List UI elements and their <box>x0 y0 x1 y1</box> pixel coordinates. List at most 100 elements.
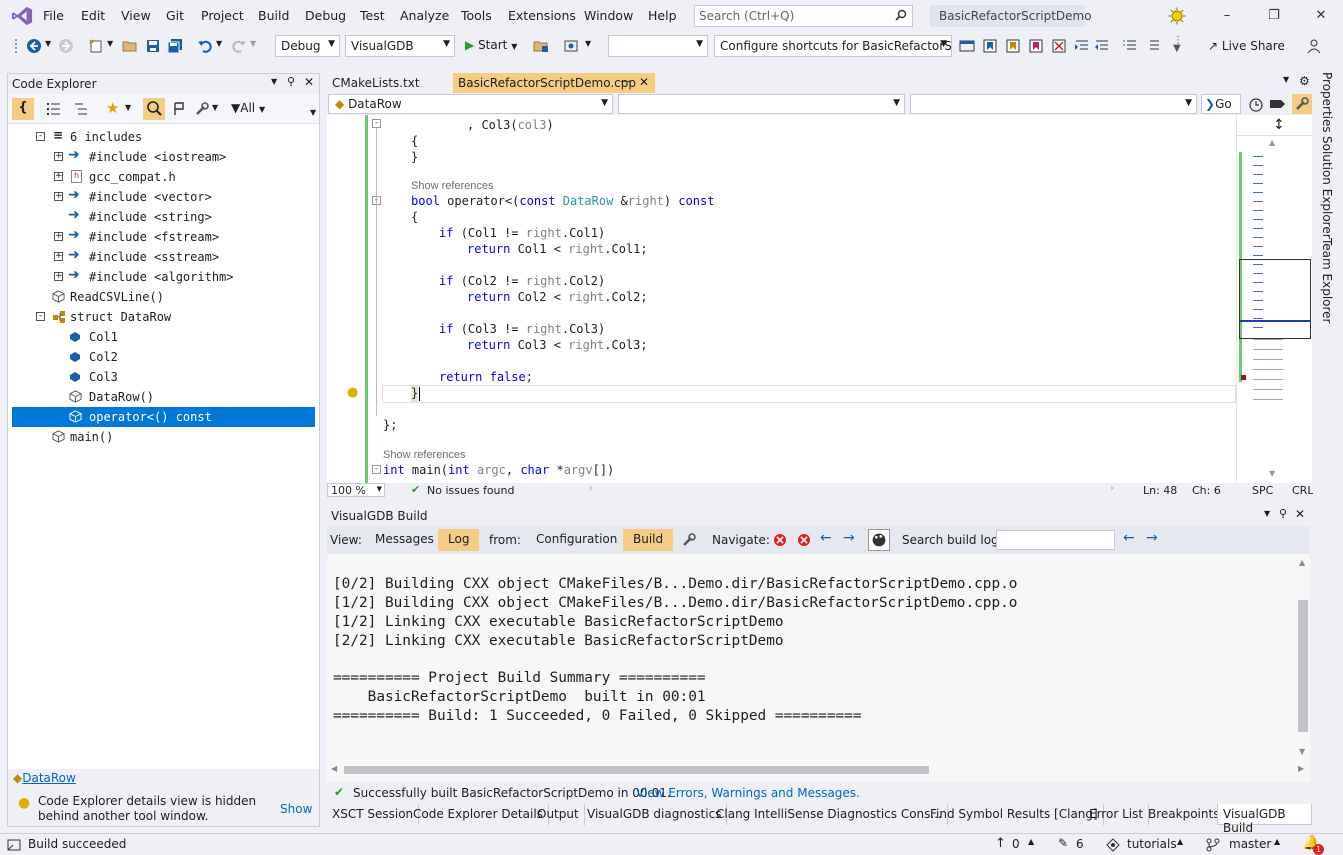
expand-icon[interactable]: + <box>54 172 63 181</box>
tab-overflow-icon[interactable]: ▼ <box>1283 75 1289 84</box>
menu-view[interactable]: View <box>121 8 151 23</box>
account-icon[interactable] <box>1306 38 1322 54</box>
pin-icon[interactable]: ⚲ <box>287 75 295 88</box>
vscroll-thumb[interactable] <box>1298 600 1308 732</box>
start-debugging-button[interactable]: ▶ Start ▼ <box>463 37 519 57</box>
push-arrow-icon[interactable]: ↑ <box>995 836 1006 851</box>
shortcuts-combo[interactable]: Configure shortcuts for BasicRefactorScr… <box>714 35 952 57</box>
list-view-icon[interactable] <box>46 101 62 117</box>
view-errors-link[interactable]: View Errors, Warnings and Messages. <box>636 786 860 800</box>
live-share-button[interactable]: ↗ Live Share <box>1208 39 1285 53</box>
scroll-up-icon[interactable]: ▲ <box>1269 138 1275 147</box>
comment-icon[interactable] <box>1122 38 1138 54</box>
undo-icon[interactable] <box>197 38 213 54</box>
color-palette-icon[interactable] <box>868 529 890 551</box>
hscroll-left-icon[interactable]: ◀ <box>331 764 337 773</box>
bookmark-clear-icon[interactable] <box>1051 38 1067 54</box>
fold-icon[interactable]: - <box>372 465 381 474</box>
visual-studio-logo-icon[interactable] <box>10 5 34 27</box>
redo-icon[interactable] <box>231 38 247 54</box>
tab-visualgdb-diagnostics[interactable]: VisualGDB diagnostics <box>582 804 728 825</box>
close-icon[interactable]: ✕ <box>1312 8 1330 24</box>
undo-dropdown-icon[interactable]: ▼ <box>216 39 222 48</box>
collapse-icon[interactable]: - <box>36 312 45 321</box>
changes-count[interactable]: 6 <box>1076 837 1084 851</box>
menu-git[interactable]: Git <box>166 8 184 23</box>
menu-file[interactable]: File <box>43 8 64 23</box>
tree-node-include[interactable]: ➜ #include <string> <box>54 207 304 227</box>
menu-extensions[interactable]: Extensions <box>508 8 576 23</box>
hierarchy-view-icon[interactable] <box>73 101 89 117</box>
minimize-icon[interactable]: – <box>1218 8 1236 24</box>
bookmark-next-icon[interactable] <box>1028 38 1044 54</box>
pin-icon[interactable]: ⚲ <box>1279 507 1287 520</box>
tab-xsct-session[interactable]: XSCT Session <box>327 804 420 825</box>
lightbulb-icon[interactable]: ● <box>347 385 358 400</box>
fold-icon[interactable]: - <box>372 119 381 128</box>
solution-explorer-rail-tab[interactable]: Solution Explorer <box>1320 136 1334 239</box>
vscroll-down-icon[interactable]: ▼ <box>1299 747 1305 756</box>
expand-icon[interactable]: + <box>54 152 63 161</box>
tab-code-explorer-details[interactable]: Code Explorer Details <box>408 804 549 825</box>
branch-icon[interactable] <box>1206 838 1220 852</box>
build-log-output[interactable]: [0/2] Building CXX object CMakeFiles/B..… <box>327 554 1310 782</box>
tab-cmakelists[interactable]: CMakeLists.txt <box>327 73 451 93</box>
team-explorer-rail-tab[interactable]: Team Explorer <box>1320 238 1334 324</box>
code-minimap-scrollbar[interactable]: ↕ ▲ ▼ <box>1236 115 1313 483</box>
chevron-up-icon[interactable]: ▲ <box>1177 837 1183 846</box>
settings-dropdown-icon[interactable]: ▼ <box>212 103 218 112</box>
search-prev-arrow-icon[interactable]: ← <box>1123 530 1135 546</box>
go-button[interactable]: ❯Go <box>1201 94 1241 114</box>
sync-icon[interactable] <box>171 101 187 117</box>
search-input[interactable]: Search (Ctrl+Q) <box>694 5 913 27</box>
tab-breakpoints[interactable]: Breakpoints <box>1143 804 1226 825</box>
scope-combo[interactable]: ◆ DataRow ▼ <box>328 94 613 114</box>
show-details-link[interactable]: Show <box>280 802 312 816</box>
back-dropdown-icon[interactable]: ▼ <box>45 39 51 48</box>
split-editor-icon[interactable]: ↕ <box>1273 117 1285 133</box>
expand-icon[interactable]: + <box>54 252 63 261</box>
hscroll-left-icon[interactable]: ‹ <box>589 483 593 494</box>
menu-debug[interactable]: Debug <box>305 8 346 23</box>
favorites-dropdown-icon[interactable]: ▼ <box>125 103 131 112</box>
collapse-icon[interactable]: - <box>36 132 45 141</box>
tab-close-icon[interactable]: ✕ <box>639 75 649 89</box>
expand-icon[interactable]: + <box>54 272 63 281</box>
pencil-icon[interactable]: ✎ <box>1058 836 1068 850</box>
menu-test[interactable]: Test <box>360 8 385 23</box>
log-view-button[interactable]: Log <box>438 529 480 551</box>
panel-menu-icon[interactable]: ▼ <box>271 77 277 86</box>
tree-node-field[interactable]: Col3 <box>54 367 304 387</box>
tab-output[interactable]: Output <box>532 804 585 825</box>
close-panel-icon[interactable]: ✕ <box>1295 507 1305 521</box>
scroll-down-icon[interactable]: ▼ <box>1269 469 1275 478</box>
issues-status[interactable]: No issues found <box>427 484 514 497</box>
tab-pin-icon[interactable]: — <box>620 76 630 87</box>
tree-node-method-selected[interactable]: operator<() const <box>12 407 315 427</box>
messages-view-button[interactable]: Messages <box>365 529 444 551</box>
forward-icon[interactable] <box>58 38 74 54</box>
tree-node-include[interactable]: + h gcc_compat.h <box>54 167 304 187</box>
tab-basicrefactorscriptdemo-cpp[interactable]: BasicRefactorScriptDemo.cpp — ✕ <box>453 73 655 93</box>
tab-visualgdb-build[interactable]: VisualGDB Build <box>1217 804 1312 835</box>
build-source-button[interactable]: Build <box>623 529 674 551</box>
toolbar-overflow-icon[interactable]: ▼ <box>310 108 316 117</box>
menu-edit[interactable]: Edit <box>81 8 105 23</box>
window-layout-icon[interactable] <box>959 38 975 54</box>
hscroll-right-icon[interactable]: ▶ <box>1298 764 1304 773</box>
configuration-combo[interactable]: Debug ▼ <box>275 35 340 57</box>
tree-node-function[interactable]: main() <box>36 427 306 447</box>
tree-node-method[interactable]: DataRow() <box>54 387 304 407</box>
chevron-up-icon[interactable]: ▲ <box>1028 837 1034 846</box>
tree-node-field[interactable]: Col2 <box>54 347 304 367</box>
tree-node-struct[interactable]: - struct DataRow <box>36 307 306 327</box>
panel-menu-icon[interactable]: ▼ <box>1264 509 1270 518</box>
repository-icon[interactable] <box>1106 838 1120 852</box>
search-next-arrow-icon[interactable]: → <box>1146 530 1158 546</box>
unpushed-count[interactable]: 0 <box>1012 837 1020 851</box>
uncomment-icon[interactable] <box>1145 38 1161 54</box>
save-all-icon[interactable] <box>167 38 183 54</box>
bookmark-prev-icon[interactable] <box>1005 38 1021 54</box>
next-error-icon[interactable] <box>797 533 811 547</box>
redo-dropdown-icon[interactable]: ▼ <box>250 39 256 48</box>
